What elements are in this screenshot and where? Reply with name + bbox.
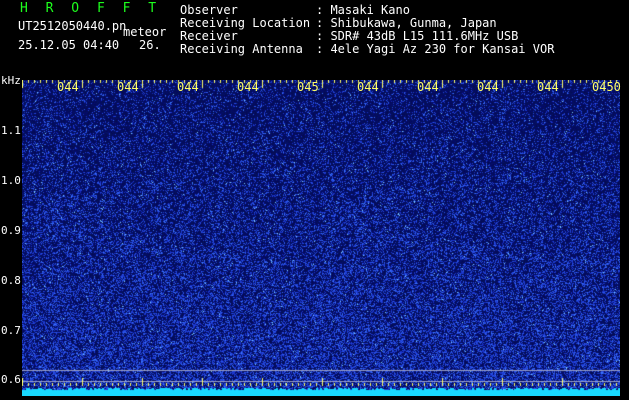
time-tick-label: 044 — [537, 80, 559, 94]
capture-datetime: 25.12.05 04:40 — [18, 38, 120, 52]
info-row-antenna: Receiving Antenna : 4ele Yagi Az 230 for … — [180, 43, 554, 56]
time-tick-label: 044 — [117, 80, 139, 94]
y-tick-label: 0.7 — [1, 324, 21, 337]
header-bar: H R O F F T UT2512050440.pn meteor 25.12… — [0, 0, 629, 80]
info-value: : Shibukawa, Gunma, Japan — [316, 16, 497, 30]
y-tick-label: 0.9 — [1, 224, 21, 237]
time-tick-label: 044 — [417, 80, 439, 94]
time-tick-label: 044 — [237, 80, 259, 94]
time-tick-label: 045 — [297, 80, 319, 94]
spectrogram-plot — [22, 80, 620, 396]
info-value: : Masaki Kano — [316, 3, 410, 17]
category-label: meteor — [123, 25, 167, 39]
info-key: Receiving Antenna — [180, 42, 303, 56]
y-tick-label: 0.8 — [1, 274, 21, 287]
info-value: : 4ele Yagi Az 230 for Kansai VOR — [316, 42, 555, 56]
extra-value: 26. — [139, 38, 161, 52]
time-tick-label: 044 — [477, 80, 499, 94]
spectrogram-canvas — [22, 80, 620, 396]
file-name: UT2512050440.pn — [18, 19, 127, 33]
frequency-unit-label: kHz — [1, 74, 21, 87]
time-tick-label: 044 — [177, 80, 199, 94]
y-tick-label: 1.1 — [1, 124, 21, 137]
time-tick-label: 044 — [357, 80, 379, 94]
time-tick-label: 0450 — [592, 80, 621, 94]
time-tick-label: 044 — [57, 80, 79, 94]
app-title: H R O F F T — [20, 1, 162, 16]
info-value: : SDR# 43dB L15 111.6MHz USB — [316, 29, 519, 43]
y-tick-label: 0.6 — [1, 373, 21, 386]
y-tick-label: 1.0 — [1, 174, 21, 187]
